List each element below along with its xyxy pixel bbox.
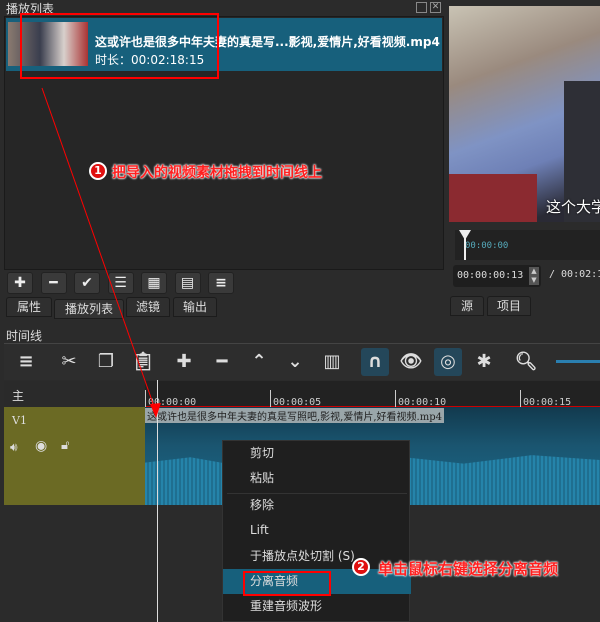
drag-arrow bbox=[41, 87, 161, 418]
step1-annotation: 把导入的视频素材拖拽到时间线上 bbox=[112, 165, 322, 181]
step2-annotation: 单击鼠标右键选择分离音频 bbox=[378, 560, 559, 578]
step1-badge: 1 bbox=[89, 162, 107, 180]
step2-badge: 2 bbox=[352, 558, 370, 576]
